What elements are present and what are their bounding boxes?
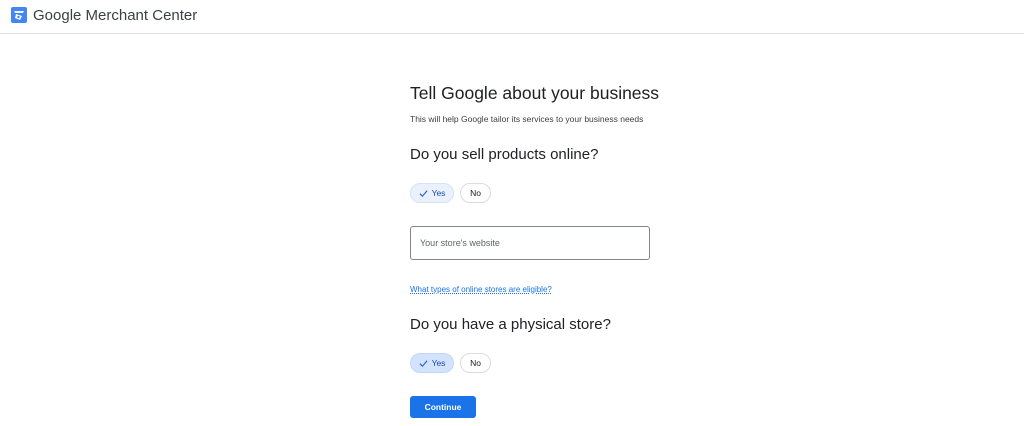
check-icon (419, 189, 428, 197)
physical-store-choice-group: Yes No (410, 353, 491, 373)
online-sales-yes-chip[interactable]: Yes (410, 183, 454, 203)
physical-store-yes-label: Yes (431, 358, 446, 368)
eligible-stores-link[interactable]: What types of online stores are eligible… (410, 284, 552, 295)
online-sales-choice-group: Yes No (410, 183, 491, 203)
page-title: Tell Google about your business (410, 83, 660, 103)
top-app-bar: Google Merchant Center (0, 0, 1024, 34)
online-sales-yes-label: Yes (431, 188, 446, 198)
physical-store-question: Do you have a physical store? (410, 316, 611, 333)
online-sales-no-label: No (470, 188, 481, 198)
page-subtitle: This will help Google tailor its service… (410, 114, 644, 124)
continue-button[interactable]: Continue (410, 396, 476, 418)
check-icon (419, 359, 428, 367)
physical-store-no-chip[interactable]: No (460, 353, 491, 373)
physical-store-yes-chip[interactable]: Yes (410, 353, 454, 373)
app-brand-title: Google Merchant Center (33, 7, 198, 24)
merchant-center-logo-icon[interactable] (11, 7, 27, 23)
online-sales-no-chip[interactable]: No (460, 183, 491, 203)
store-website-input[interactable] (410, 226, 650, 260)
online-sales-question: Do you sell products online? (410, 146, 599, 163)
physical-store-no-label: No (470, 358, 481, 368)
